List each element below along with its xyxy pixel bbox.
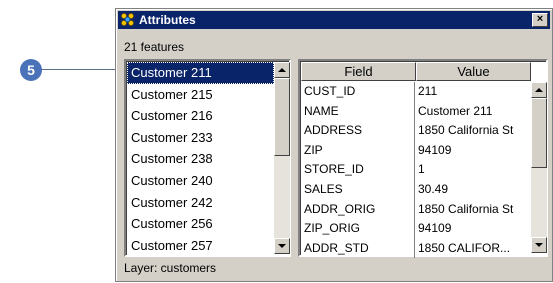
list-item[interactable]: Customer 242: [127, 192, 274, 214]
scroll-thumb[interactable]: [531, 98, 547, 168]
table-row[interactable]: ZIP 94109: [301, 140, 531, 161]
customer-list-scrollbar[interactable]: [274, 62, 290, 254]
arrow-down-icon: [278, 244, 286, 248]
customer-list[interactable]: Customer 211 Customer 215 Customer 216 C…: [124, 59, 291, 257]
scroll-up-button[interactable]: [531, 82, 547, 98]
features-count: 21 features: [124, 40, 185, 54]
table-row[interactable]: ADDR_STD 1850 CALIFOR...: [301, 238, 531, 259]
list-item[interactable]: Customer 256: [127, 213, 274, 235]
field-cell: STORE_ID: [301, 160, 415, 180]
scroll-thumb[interactable]: [274, 78, 290, 156]
field-cell: ZIP: [301, 140, 415, 161]
column-header-field[interactable]: Field: [301, 62, 416, 81]
field-cell: SALES: [301, 179, 415, 200]
value-cell[interactable]: 1850 California St: [415, 121, 531, 141]
attribute-grid[interactable]: Field Value CUST_ID 211 NAME Customer 21…: [298, 59, 548, 259]
value-cell[interactable]: 211: [415, 82, 531, 102]
attribute-grid-scrollbar[interactable]: [531, 82, 547, 253]
value-cell[interactable]: 1: [415, 160, 531, 180]
list-item[interactable]: Customer 215: [127, 84, 274, 106]
field-cell: CUST_ID: [301, 82, 415, 102]
title-bar[interactable]: Attributes ×: [118, 11, 550, 29]
customer-list-items: Customer 211 Customer 215 Customer 216 C…: [127, 62, 274, 256]
close-icon: ×: [536, 13, 544, 25]
customers-layer-icon: [120, 12, 136, 28]
scroll-down-button[interactable]: [274, 238, 290, 254]
list-item[interactable]: Customer 238: [127, 148, 274, 170]
value-cell[interactable]: 1850 California St: [415, 200, 531, 220]
scroll-down-button[interactable]: [531, 237, 547, 253]
table-row[interactable]: ADDRESS 1850 California St: [301, 121, 531, 141]
close-button[interactable]: ×: [532, 13, 548, 27]
field-cell: NAME: [301, 101, 415, 122]
field-cell: ADDR_STD: [301, 238, 415, 259]
value-cell[interactable]: 1850 CALIFOR...: [415, 239, 531, 259]
field-cell: ADDRESS: [301, 121, 415, 141]
table-row[interactable]: CUST_ID 211: [301, 82, 531, 102]
grid-rows: CUST_ID 211 NAME Customer 211 ADDRESS 18…: [301, 82, 531, 259]
list-item[interactable]: Customer 233: [127, 127, 274, 149]
list-item[interactable]: Customer 257: [127, 235, 274, 257]
arrow-up-icon: [535, 88, 543, 92]
list-item[interactable]: Customer 211: [127, 62, 274, 84]
table-row[interactable]: SALES 30.49: [301, 179, 531, 200]
value-cell[interactable]: Customer 211: [415, 102, 531, 122]
value-cell[interactable]: 94109: [415, 141, 531, 161]
grid-header: Field Value: [301, 62, 531, 81]
callout-badge: 5: [20, 59, 42, 81]
callout-leader-line: [42, 69, 124, 70]
table-row[interactable]: STORE_ID 1: [301, 160, 531, 180]
value-cell[interactable]: 30.49: [415, 180, 531, 200]
list-item[interactable]: Customer 240: [127, 170, 274, 192]
window-title: Attributes: [139, 13, 196, 27]
scroll-up-button[interactable]: [274, 62, 290, 78]
attributes-window: Attributes × 21 features Customer 211 Cu…: [115, 8, 553, 282]
arrow-up-icon: [278, 68, 286, 72]
status-bar: Layer: customers: [124, 261, 217, 275]
list-item[interactable]: Customer 216: [127, 105, 274, 127]
table-row[interactable]: NAME Customer 211: [301, 101, 531, 122]
table-row[interactable]: ADDR_ORIG 1850 California St: [301, 199, 531, 220]
table-row[interactable]: ZIP_ORIG 94109: [301, 219, 531, 239]
value-cell[interactable]: 94109: [415, 219, 531, 239]
field-cell: ADDR_ORIG: [301, 199, 415, 220]
field-cell: ZIP_ORIG: [301, 219, 415, 239]
arrow-down-icon: [535, 243, 543, 247]
column-header-value[interactable]: Value: [416, 62, 531, 81]
